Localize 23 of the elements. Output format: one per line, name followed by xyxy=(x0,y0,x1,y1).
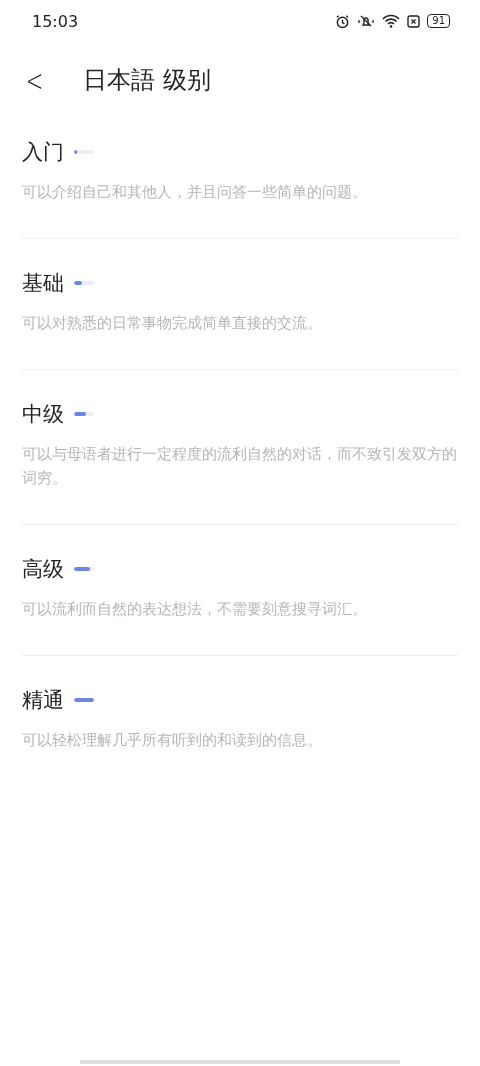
muted-bell-icon xyxy=(357,14,376,28)
level-description: 可以流利而自然的表达想法，不需要刻意搜寻词汇。 xyxy=(22,599,368,620)
navigation-bar[interactable] xyxy=(80,1060,400,1064)
level-name: 基础 xyxy=(22,270,64,297)
status-time: 15:03 xyxy=(32,11,79,31)
wifi-icon xyxy=(382,14,401,28)
level-description: 可以与母语者进行一定程度的流利自然的对话，而不致引发双方的词穷。 xyxy=(22,444,458,489)
level-meter xyxy=(74,281,94,285)
page-title: 日本語 级别 xyxy=(83,65,211,96)
back-button[interactable]: < xyxy=(22,62,47,98)
battery-indicator: 91 xyxy=(427,14,450,28)
alarm-icon xyxy=(335,13,351,29)
level-meter xyxy=(74,412,94,416)
level-description: 可以对熟悉的日常事物完成简单直接的交流。 xyxy=(22,313,323,334)
level-meter xyxy=(74,698,94,702)
level-description: 可以轻松理解几乎所有听到的和读到的信息。 xyxy=(22,730,323,751)
level-meter xyxy=(74,567,94,571)
level-name: 入门 xyxy=(22,139,64,166)
level-name: 中级 xyxy=(22,401,64,428)
level-name: 高级 xyxy=(22,556,64,583)
level-name: 精通 xyxy=(22,687,64,714)
no-sim-icon xyxy=(407,14,421,28)
level-description: 可以介绍自己和其他人，并且问答一些简单的问题。 xyxy=(22,182,368,203)
